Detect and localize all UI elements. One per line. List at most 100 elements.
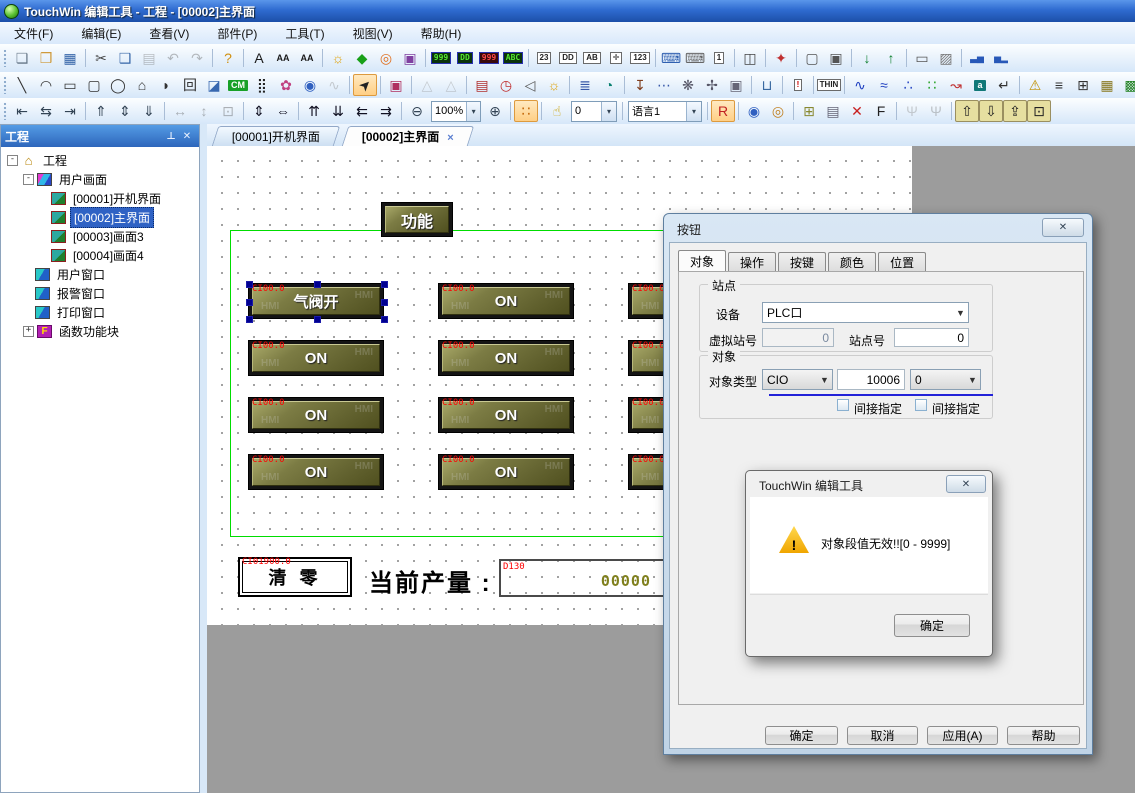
toolbar-grip[interactable] <box>3 76 7 94</box>
menu-item-0[interactable]: 文件(F) <box>0 23 67 44</box>
panel-splitter[interactable] <box>200 124 207 793</box>
full-window-icon[interactable]: ▣ <box>824 47 848 69</box>
histogram-icon[interactable]: ≣ <box>573 74 597 96</box>
upload-data-icon[interactable]: ↑ <box>879 47 903 69</box>
animation-icon[interactable]: ▣ <box>398 47 422 69</box>
menu-item-2[interactable]: 查看(V) <box>135 23 203 44</box>
polygon-icon[interactable]: ⌂ <box>130 74 154 96</box>
sync-icon[interactable]: ⇪ <box>1003 100 1027 122</box>
indirect-checkbox-2[interactable] <box>915 399 927 411</box>
tree-item-3[interactable]: [00002]主界面 <box>1 208 199 227</box>
shrink-part-icon[interactable]: △ <box>439 74 463 96</box>
audio-icon[interactable]: ◁ <box>518 74 542 96</box>
delete-screen-icon[interactable]: ✕ <box>845 100 869 122</box>
barcode-icon[interactable]: ⣿ <box>250 74 274 96</box>
xy-curve-icon[interactable]: ∴ <box>896 74 920 96</box>
picture-icon[interactable]: ◪ <box>202 74 226 96</box>
sample-table-icon[interactable]: ▦ <box>1095 74 1119 96</box>
menu-item-6[interactable]: 帮助(H) <box>407 23 476 44</box>
bar-graph2-icon[interactable]: ▅▂ <box>989 47 1013 69</box>
menu-item-1[interactable]: 编辑(E) <box>67 23 135 44</box>
data-grid-icon[interactable]: ⊞ <box>1071 74 1095 96</box>
zoom-combo[interactable]: 100%▾ <box>431 101 481 122</box>
offline-sim-icon[interactable]: ◉ <box>742 100 766 122</box>
tree-item-0[interactable]: -⌂工程 <box>1 151 199 170</box>
same-width-icon[interactable]: ↔ <box>168 100 192 122</box>
time-trend-icon[interactable]: ≈ <box>872 74 896 96</box>
collapse-icon[interactable]: - <box>23 174 34 185</box>
fit-right-icon[interactable]: ⇉ <box>374 100 398 122</box>
selection-handle[interactable] <box>381 316 388 323</box>
zoom-text-icon[interactable]: AA <box>295 47 319 69</box>
message-close-icon[interactable]: ✕ <box>946 475 986 493</box>
ball-icon[interactable]: ◉ <box>298 74 322 96</box>
tree-item-2[interactable]: [00001]开机界面 <box>1 189 199 208</box>
align-bottom-icon[interactable]: ⇓ <box>137 100 161 122</box>
same-height-icon[interactable]: ↕ <box>192 100 216 122</box>
pc-to-hmi-icon[interactable]: ⇧ <box>955 100 979 122</box>
date-icon[interactable]: ▤ <box>470 74 494 96</box>
new-file-icon[interactable]: ❏ <box>10 47 34 69</box>
canvas-func-button[interactable]: 功能 <box>381 202 453 237</box>
fit-left-icon[interactable]: ⇇ <box>350 100 374 122</box>
numpad-icon[interactable]: ⌨ <box>683 47 707 69</box>
selection-handle[interactable] <box>246 281 253 288</box>
thin-button-icon[interactable]: THIN <box>817 74 841 96</box>
fan-icon[interactable]: ✢ <box>700 74 724 96</box>
align-middle-icon[interactable]: ⇕ <box>113 100 137 122</box>
message-ok-button[interactable]: 确定 <box>894 614 970 637</box>
chinese-input-icon[interactable]: ✛ <box>604 47 628 69</box>
multi-curve-icon[interactable]: ↝ <box>944 74 968 96</box>
tree-item-9[interactable]: +F函数功能块 <box>1 322 199 341</box>
trend-chart-icon[interactable]: ∿ <box>848 74 872 96</box>
zoom-in-icon[interactable]: ⊕ <box>483 100 507 122</box>
parts-cube-icon[interactable]: ▣ <box>384 74 408 96</box>
grid-toggle-icon[interactable]: ∷ <box>514 100 538 122</box>
hmi-to-pc-icon[interactable]: ⇩ <box>979 100 1003 122</box>
paste-icon[interactable]: ▤ <box>137 47 161 69</box>
cut-icon[interactable]: ✂ <box>89 47 113 69</box>
canvas-button-4[interactable]: HMIHMIONCI00.0 <box>438 340 574 376</box>
r-toggle-icon[interactable]: R <box>711 100 735 122</box>
tree-item-6[interactable]: 用户窗口 <box>1 265 199 284</box>
selection-handle[interactable] <box>381 299 388 306</box>
canvas-button-1[interactable]: HMIHMIONCI00.0 <box>438 283 574 319</box>
event-list-icon[interactable]: ≡ <box>1047 74 1071 96</box>
bar-graph-icon[interactable]: ▃▅ <box>965 47 989 69</box>
indirect-checkbox-1[interactable] <box>837 399 849 411</box>
canvas-button-9[interactable]: HMIHMIONCI00.0 <box>248 454 384 490</box>
static-text-icon[interactable]: A <box>247 47 271 69</box>
screen-jump-icon[interactable]: ◫ <box>738 47 762 69</box>
zoom-out-icon[interactable]: ⊖ <box>405 100 429 122</box>
pin-icon[interactable]: ⊥ <box>163 129 179 143</box>
round-rect-icon[interactable]: ▢ <box>82 74 106 96</box>
menu-item-3[interactable]: 部件(P) <box>203 23 271 44</box>
production-display[interactable]: D130 00000 <box>499 559 669 597</box>
return-icon[interactable]: ↵ <box>992 74 1016 96</box>
touch-key-icon[interactable]: ◆ <box>350 47 374 69</box>
selection-handle[interactable] <box>381 281 388 288</box>
dialog-tab-4[interactable]: 位置 <box>878 252 926 272</box>
copy-icon[interactable]: ❑ <box>113 47 137 69</box>
ellipse-icon[interactable]: ◯ <box>106 74 130 96</box>
object-address-input[interactable]: 10006 <box>837 369 905 390</box>
valve-icon[interactable]: ↧ <box>628 74 652 96</box>
rotate-text-icon[interactable]: AA <box>271 47 295 69</box>
online-sim-icon[interactable]: ◎ <box>766 100 790 122</box>
colormap-icon[interactable]: ✿ <box>274 74 298 96</box>
align-left-icon[interactable]: ⇤ <box>10 100 34 122</box>
close-tab-icon[interactable]: × <box>447 132 453 144</box>
canvas-button-3[interactable]: HMIHMIONCI00.0 <box>248 340 384 376</box>
menu-item-4[interactable]: 工具(T) <box>271 23 338 44</box>
station-number-input[interactable]: 0 <box>894 328 969 347</box>
stop-transfer-icon[interactable]: ⊡ <box>1027 100 1051 122</box>
enlarge-part-icon[interactable]: △ <box>415 74 439 96</box>
download-data-icon[interactable]: ↓ <box>855 47 879 69</box>
open-folder-icon[interactable]: ❒ <box>34 47 58 69</box>
align-top-icon[interactable]: ⇑ <box>89 100 113 122</box>
save-icon[interactable]: ▦ <box>58 47 82 69</box>
object-sub-combo[interactable]: 0▼ <box>910 369 981 390</box>
same-size-icon[interactable]: ⊡ <box>216 100 240 122</box>
fit-top-icon[interactable]: ⇈ <box>302 100 326 122</box>
text-display-icon[interactable]: a <box>968 74 992 96</box>
